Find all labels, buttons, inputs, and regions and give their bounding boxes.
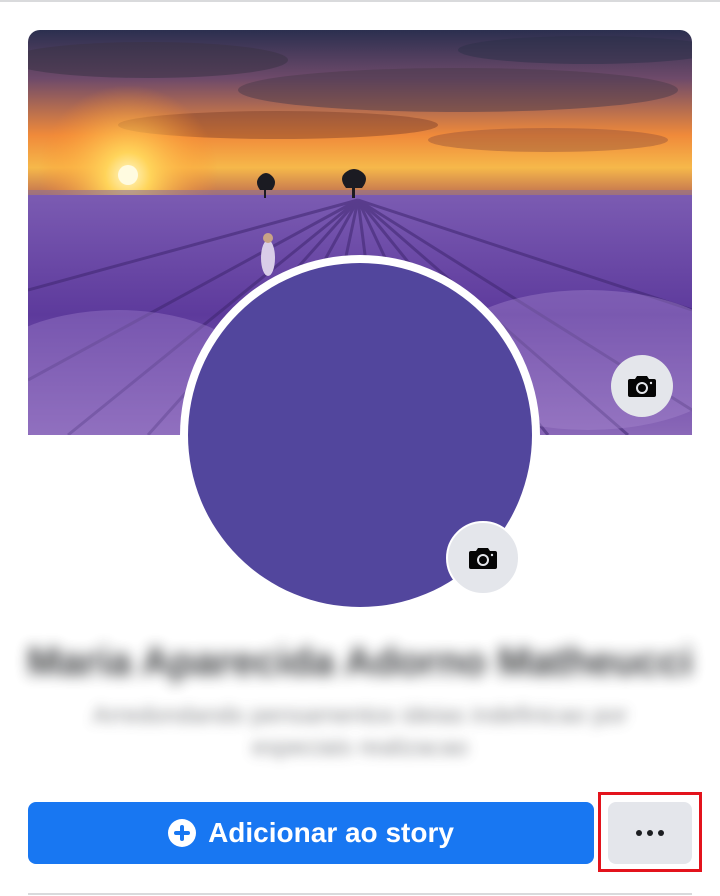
top-divider [0, 0, 720, 2]
more-options-button[interactable] [608, 802, 692, 864]
add-story-label: Adicionar ao story [208, 817, 454, 848]
camera-icon [628, 376, 656, 397]
plus-circle-icon [168, 819, 197, 847]
camera-icon [469, 548, 497, 569]
avatar-camera-button[interactable] [446, 521, 520, 595]
more-horizontal-icon-dot [647, 830, 653, 836]
profile-name: Maria Aparecida Adorno Matheucci [26, 640, 694, 684]
bottom-divider [28, 893, 692, 895]
profile-bio: Arredondando pensamentos ideias indefini… [92, 702, 628, 761]
add-story-button[interactable]: Adicionar ao story [28, 802, 594, 864]
more-horizontal-icon [636, 830, 642, 836]
more-horizontal-icon-dot [658, 830, 664, 836]
cover-camera-button[interactable] [611, 355, 673, 417]
